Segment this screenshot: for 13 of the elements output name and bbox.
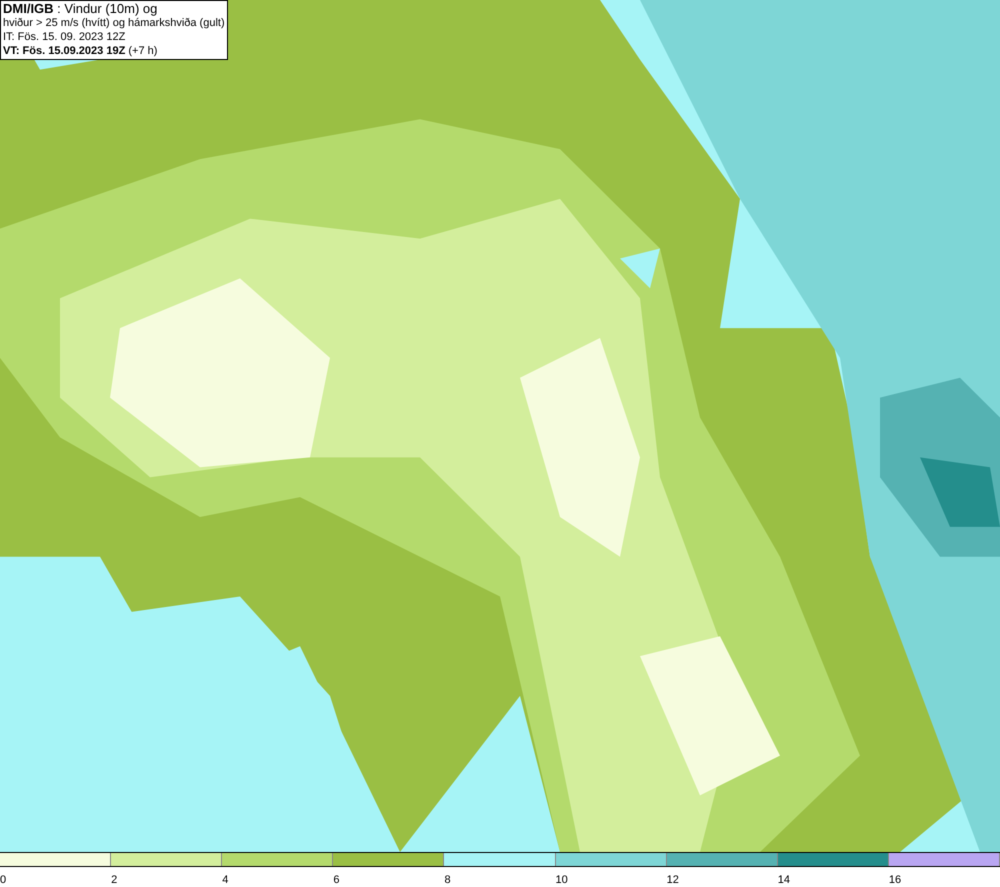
legend-label: 14 bbox=[778, 874, 790, 886]
legend-label: 8 bbox=[444, 874, 451, 886]
legend-label: 0 bbox=[0, 874, 6, 886]
title-line: VT: Fös. 15.09.2023 19Z (+7 h) bbox=[3, 44, 158, 58]
legend-label: 2 bbox=[111, 874, 118, 886]
legend-label: 10 bbox=[556, 874, 568, 886]
title-line: IT: Fös. 15. 09. 2023 12Z bbox=[3, 30, 126, 44]
title-line: hviður > 25 m/s (hvítt) og hámarkshviða (gult) bbox=[3, 16, 225, 30]
legend-label: 12 bbox=[666, 874, 679, 886]
legend-label: 6 bbox=[333, 874, 340, 886]
legend-label: 4 bbox=[222, 874, 228, 886]
legend-label: 16 bbox=[888, 874, 902, 886]
title-line: DMI/IGB : Vindur (10m) og bbox=[3, 2, 158, 16]
